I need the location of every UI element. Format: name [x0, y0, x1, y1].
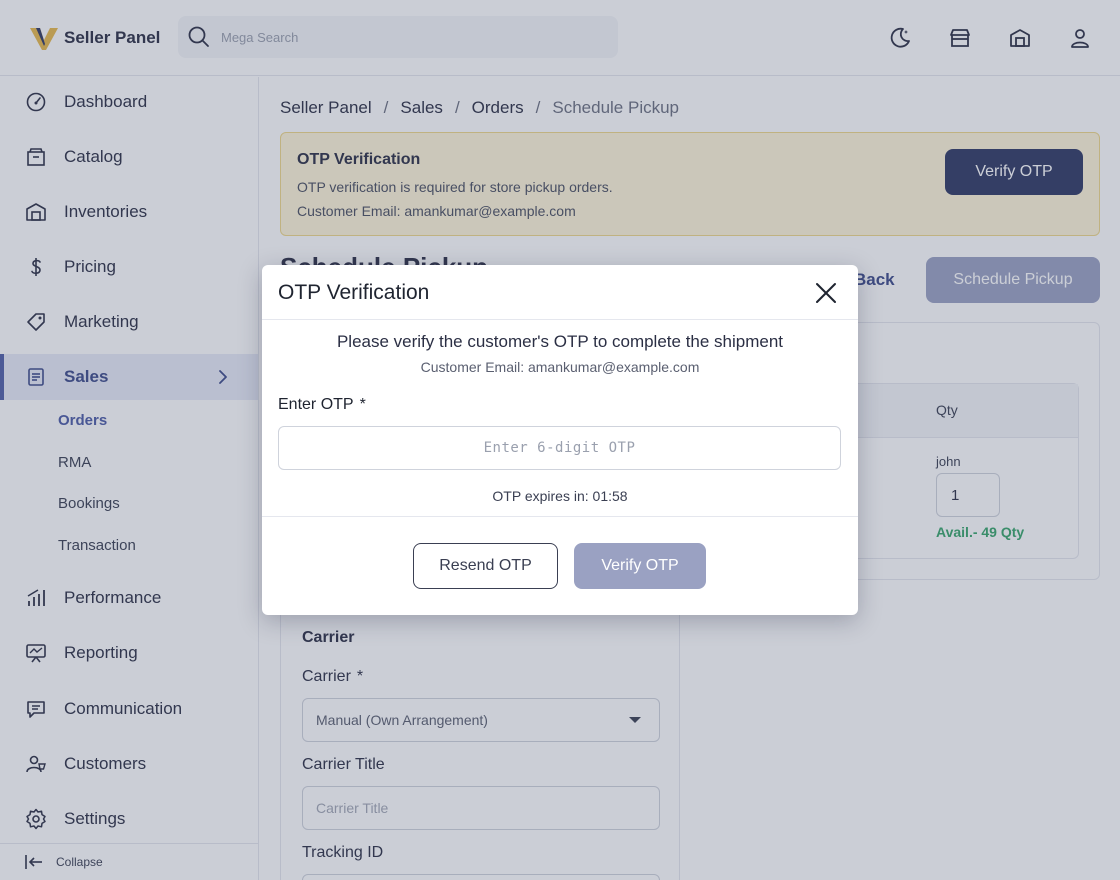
modal-customer-email: Customer Email: amankumar@example.com: [420, 359, 700, 375]
modal-divider: [262, 319, 858, 320]
otp-label-text: Enter OTP: [278, 396, 354, 413]
otp-verification-modal: OTP Verification Please verify the custo…: [262, 265, 858, 615]
resend-otp-button[interactable]: Resend OTP: [413, 543, 558, 589]
otp-input[interactable]: [278, 426, 841, 470]
required-marker: *: [359, 396, 366, 413]
modal-title: OTP Verification: [278, 281, 430, 304]
verify-otp-button[interactable]: Verify OTP: [574, 543, 706, 589]
otp-label: Enter OTP *: [278, 396, 366, 414]
modal-divider: [262, 516, 858, 517]
otp-expiry-timer: OTP expires in: 01:58: [492, 488, 628, 504]
close-icon[interactable]: [812, 279, 840, 307]
modal-message: Please verify the customer's OTP to comp…: [336, 332, 784, 351]
